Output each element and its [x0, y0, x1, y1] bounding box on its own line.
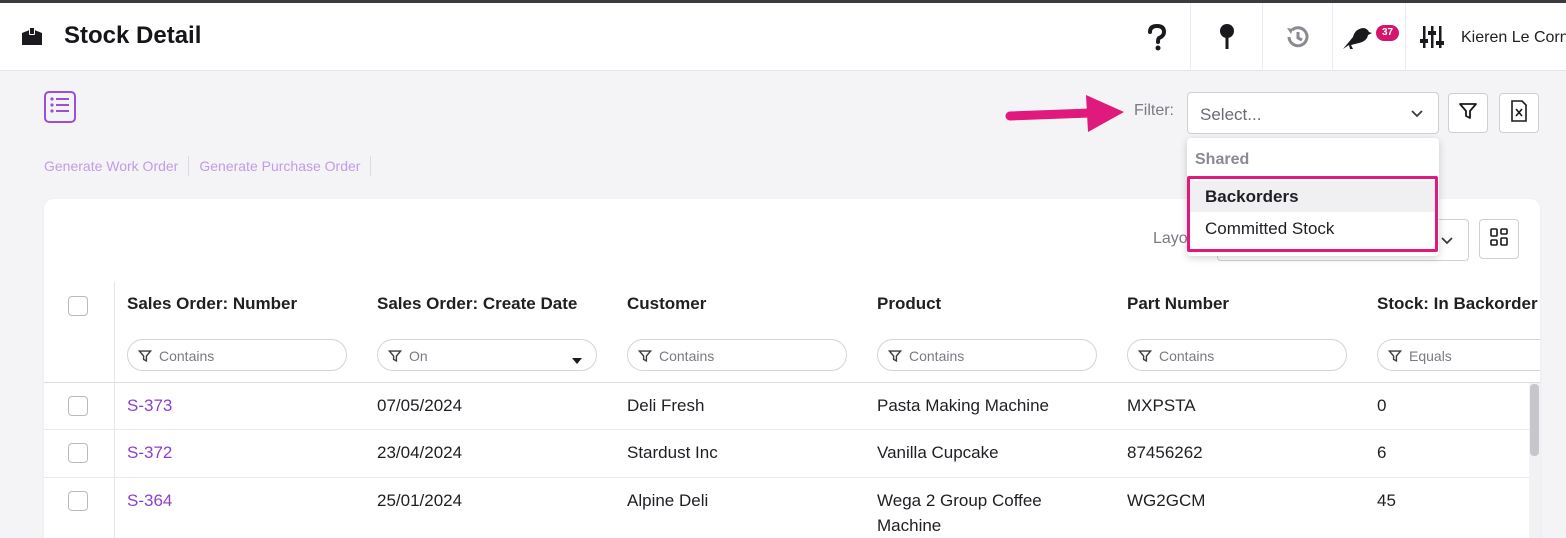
column-filter-input[interactable]: Equals: [1377, 339, 1540, 371]
chevron-down-icon: [1410, 107, 1424, 126]
filter-operator: Contains: [909, 348, 965, 364]
part-number-cell: MXPSTA: [1127, 396, 1196, 415]
filter-placeholder: Select...: [1200, 105, 1262, 124]
caret-down-icon: [572, 352, 582, 368]
column-header-sales-order-number[interactable]: Sales Order: Number: [127, 294, 297, 314]
column-filter-input[interactable]: Contains: [627, 339, 847, 371]
row-checkbox[interactable]: [68, 491, 88, 511]
page-title: Stock Detail: [64, 22, 202, 49]
pin-icon: [1218, 23, 1236, 51]
create-date-cell: 25/01/2024: [377, 491, 463, 510]
column-header-product[interactable]: Product: [877, 294, 941, 314]
notification-badge: 37: [1376, 25, 1400, 41]
product-cell-continued: Machine: [877, 516, 942, 535]
backorder-cell: 6: [1377, 443, 1387, 462]
app-header: Stock Detail 37 Kieren Le Corn: [0, 3, 1566, 71]
row-checkbox[interactable]: [68, 396, 88, 416]
generate-work-order-link[interactable]: Generate Work Order: [44, 158, 178, 174]
link-divider: [370, 156, 372, 176]
export-excel-button[interactable]: [1499, 93, 1539, 133]
column-header-part-number[interactable]: Part Number: [1127, 294, 1229, 314]
filter-operator: On: [409, 348, 428, 364]
bird-icon: [1341, 23, 1373, 51]
box-icon: [20, 25, 44, 49]
sales-order-link[interactable]: S-372: [127, 443, 172, 463]
filter-label: Filter:: [1134, 102, 1174, 119]
part-number-cell: WG2GCM: [1127, 491, 1206, 510]
row-divider: [44, 429, 1530, 430]
filter-icon: [1387, 349, 1403, 366]
column-filter-input[interactable]: Contains: [127, 339, 347, 371]
filter-icon: [1458, 101, 1478, 126]
grid-icon: [1490, 227, 1508, 251]
filter-operator: Contains: [159, 348, 215, 364]
generate-purchase-order-link[interactable]: Generate Purchase Order: [199, 158, 360, 174]
filter-select[interactable]: Select...: [1187, 92, 1439, 134]
list-icon: [49, 95, 71, 120]
row-checkbox[interactable]: [68, 443, 88, 463]
help-icon: [1146, 23, 1168, 51]
customer-cell: Deli Fresh: [627, 396, 705, 415]
sales-order-link[interactable]: S-373: [127, 396, 172, 416]
product-cell: Vanilla Cupcake: [877, 443, 999, 462]
filter-operator: Contains: [1159, 348, 1215, 364]
scrollbar-thumb[interactable]: [1530, 384, 1539, 456]
table-header-divider: [44, 382, 1540, 383]
column-header-create-date[interactable]: Sales Order: Create Date: [377, 294, 577, 314]
action-links: Generate Work Order Generate Purchase Or…: [44, 156, 381, 176]
backorder-cell: 45: [1377, 491, 1396, 510]
product-cell: Pasta Making Machine: [877, 396, 1049, 415]
filter-icon: [387, 349, 403, 366]
product-cell: Wega 2 Group Coffee: [877, 491, 1042, 510]
select-all-checkbox[interactable]: [68, 296, 88, 316]
customer-cell: Alpine Deli: [627, 491, 709, 510]
layout-label: Layo: [1153, 230, 1188, 247]
help-button[interactable]: [1123, 3, 1191, 71]
create-date-cell: 07/05/2024: [377, 396, 463, 415]
column-filter-select[interactable]: On: [377, 339, 597, 371]
annotation-arrow-icon: [1004, 92, 1128, 141]
filter-icon: [887, 349, 903, 366]
row-divider: [44, 477, 1530, 478]
link-divider: [188, 156, 190, 176]
pin-button[interactable]: [1191, 3, 1263, 71]
column-filter-input[interactable]: Contains: [877, 339, 1097, 371]
excel-file-icon: [1510, 99, 1528, 127]
filter-icon: [137, 349, 153, 366]
part-number-cell: 87456262: [1127, 443, 1203, 462]
settings-button[interactable]: [1406, 3, 1456, 71]
grid-layout-button[interactable]: [1479, 219, 1519, 259]
column-header-customer[interactable]: Customer: [627, 294, 706, 314]
column-divider: [114, 282, 115, 538]
filter-operator: Contains: [659, 348, 715, 364]
column-filter-input[interactable]: Contains: [1127, 339, 1347, 371]
backorder-cell: 0: [1377, 396, 1387, 415]
user-menu[interactable]: Kieren Le Corn: [1461, 29, 1566, 47]
create-date-cell: 23/04/2024: [377, 443, 463, 462]
list-view-button[interactable]: [44, 91, 76, 123]
dropdown-group-label: Shared: [1195, 151, 1250, 168]
filter-icon: [637, 349, 653, 366]
sliders-icon: [1420, 23, 1444, 51]
customer-cell: Stardust Inc: [627, 443, 718, 462]
annotation-highlight-box: [1187, 176, 1438, 252]
history-icon: [1284, 23, 1312, 51]
filter-operator: Equals: [1409, 348, 1452, 364]
filter-icon: [1137, 349, 1153, 366]
chevron-down-icon: [1440, 234, 1454, 253]
sales-order-link[interactable]: S-364: [127, 491, 172, 511]
history-button[interactable]: [1263, 3, 1333, 71]
column-header-in-backorder[interactable]: Stock: In Backorder: [1377, 294, 1538, 314]
filter-button[interactable]: [1448, 93, 1488, 133]
